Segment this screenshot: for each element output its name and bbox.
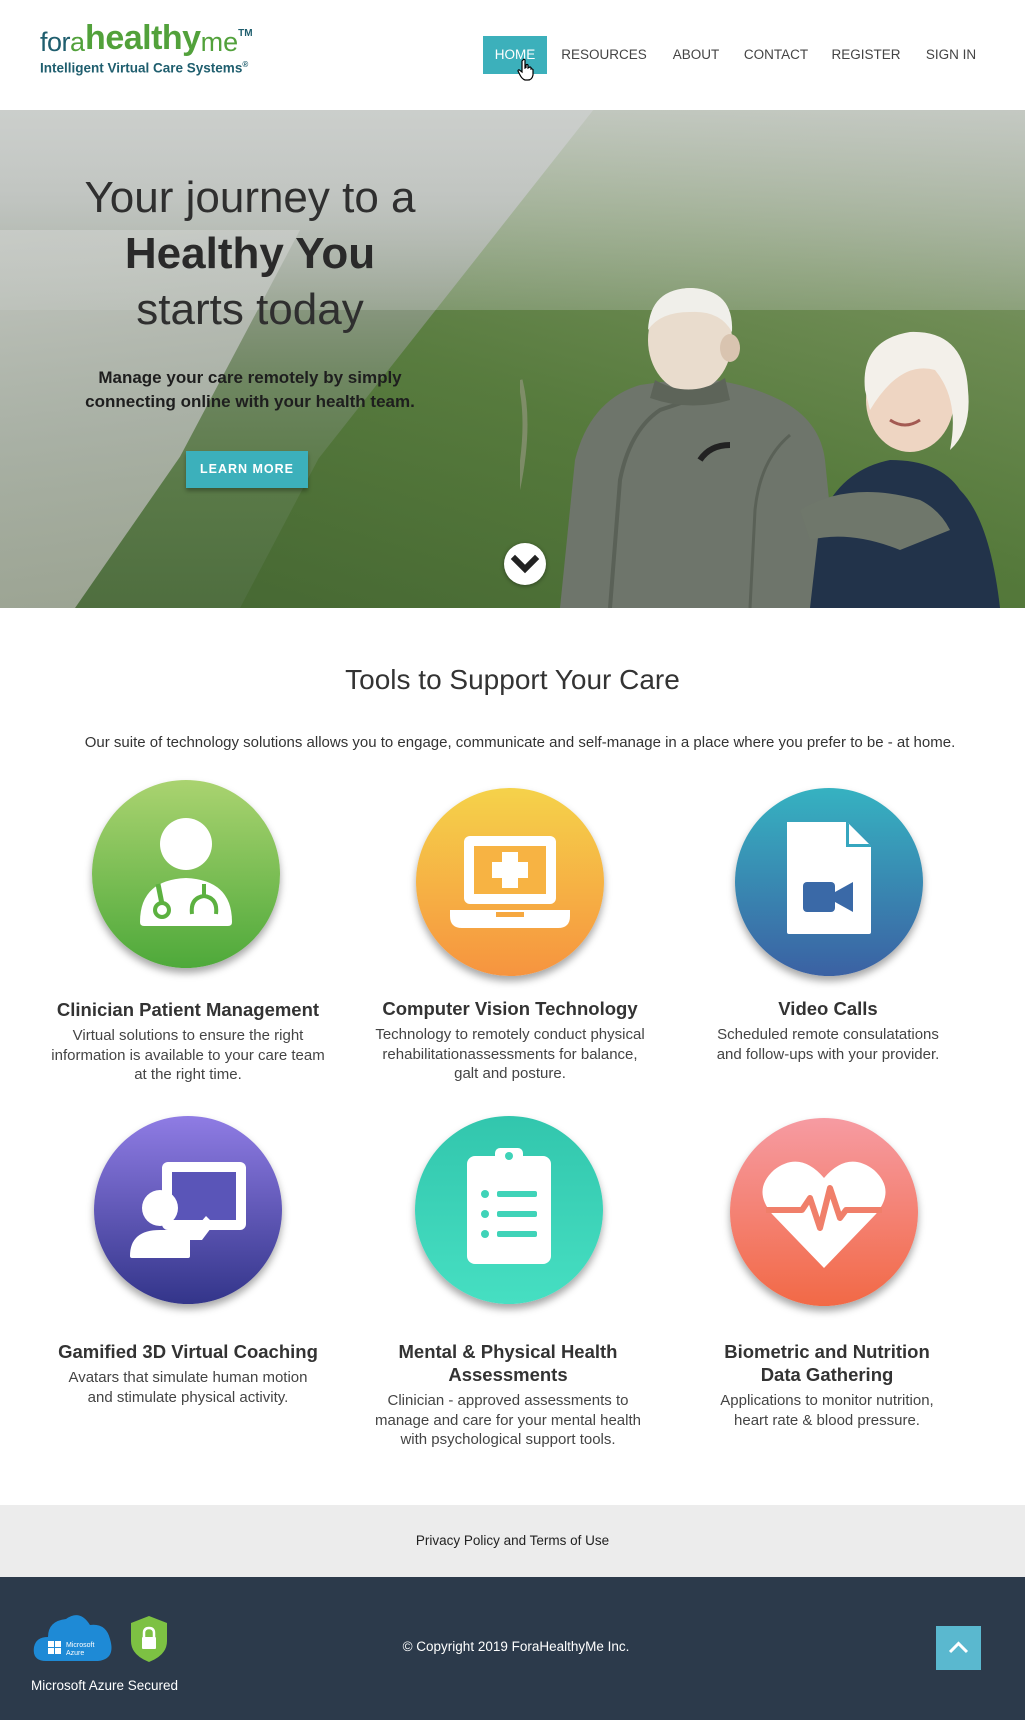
heartbeat-icon (762, 1161, 886, 1268)
copyright-text: © Copyright 2019 ForaHealthyMe Inc. (402, 1639, 630, 1654)
feature-icon-circle-video (735, 788, 923, 976)
feature-text-line: and follow-ups with your provider. (716, 1045, 940, 1063)
chevron-down-icon (510, 554, 540, 574)
hand-cursor-icon (517, 58, 534, 81)
video-file-icon (787, 822, 871, 934)
feature-text-line: heart rate & blood pressure. (734, 1411, 920, 1429)
hero-couple-photo (520, 288, 1000, 608)
feature-title: Clinician Patient Management (56, 999, 320, 1020)
hero-heading-line1: Your journey to a (84, 173, 416, 222)
nav-sign-in[interactable]: SIGN IN (921, 36, 981, 74)
chevron-up-icon (948, 1641, 969, 1654)
feature-text-line: Virtual solutions to ensure the right (72, 1027, 304, 1044)
hero-subtitle-line2: connecting online with your health team. (85, 392, 415, 411)
azure-cloud-logo: Microsoft Azure (33, 1615, 112, 1661)
feature-text-line: at the right time. (134, 1066, 242, 1083)
feature-text-line: galt and posture. (454, 1065, 566, 1082)
hero-text-block: Your journey to a Healthy You starts tod… (40, 170, 460, 414)
feature-text-line: Avatars that simulate human motion (68, 1369, 308, 1386)
feature-clinician: Clinician Patient Management Virtual sol… (28, 998, 348, 1085)
scroll-down-button[interactable] (504, 543, 546, 585)
hero-subtitle-line1: Manage your care remotely by simply (98, 368, 402, 387)
site-header: for a healthy me TM Intelligent Virtual Care… (0, 0, 1025, 110)
footer-links-bar: Privacy Policy and Terms of Use (0, 1505, 1025, 1577)
hero-heading-line3: starts today (136, 285, 364, 334)
feature-title-line: Data Gathering (760, 1364, 894, 1385)
feature-title-line: Biometric and Nutrition (724, 1341, 930, 1362)
feature-title: Computer Vision Technology (382, 998, 638, 1019)
back-to-top-button[interactable] (936, 1626, 981, 1670)
feature-icon-circle-vision (416, 788, 604, 976)
presenter-icon (130, 1162, 246, 1258)
doctor-icon (140, 818, 232, 926)
feature-title-line: Mental & Physical Health (398, 1341, 618, 1362)
feature-assessments: Mental & Physical Health Assessments Cli… (348, 1340, 668, 1450)
hero-subtitle: Manage your care remotely by simply conn… (40, 366, 460, 414)
feature-text-line: Applications to monitor nutrition, (720, 1392, 934, 1409)
feature-text-line: and stimulate physical activity. (87, 1388, 289, 1406)
tools-section-title: Tools to Support Your Care (345, 664, 680, 695)
feature-text-line: Clinician - approved assessments to (387, 1392, 629, 1409)
nav-register[interactable]: REGISTER (829, 36, 903, 74)
nav-contact[interactable]: CONTACT (740, 36, 812, 74)
azure-secured-label: Microsoft Azure Secured (31, 1678, 179, 1693)
feature-text: Avatars that simulate human motion and s… (28, 1368, 348, 1407)
nav-about[interactable]: ABOUT (668, 36, 724, 74)
footer-main: Microsoft Azure Microsoft Azure Secured … (0, 1577, 1025, 1720)
feature-text-line: with psychological support tools. (400, 1431, 616, 1448)
learn-more-button[interactable]: LEARN MORE (186, 451, 308, 488)
feature-video: Video Calls Scheduled remote consulatati… (668, 997, 988, 1064)
nav-resources[interactable]: RESOURCES (560, 36, 648, 74)
privacy-policy-link[interactable]: Privacy Policy and Terms of Use (0, 1505, 1025, 1577)
feature-text: Clinician - approved assessments to mana… (348, 1391, 668, 1450)
tools-section-description: Our suite of technology solutions allows… (84, 734, 956, 751)
feature-title: Biometric and Nutrition Data Gathering (667, 1340, 987, 1386)
feature-title-line: Assessments (448, 1364, 568, 1385)
feature-text: Scheduled remote consulatations and foll… (668, 1025, 988, 1064)
hero-banner: Your journey to a Healthy You starts tod… (0, 110, 1025, 608)
feature-title: Gamified 3D Virtual Coaching (58, 1341, 318, 1362)
feature-biometric: Biometric and Nutrition Data Gathering A… (667, 1340, 987, 1430)
nav-home[interactable]: HOME (483, 36, 547, 74)
feature-text: Virtual solutions to ensure the right in… (28, 1026, 348, 1085)
feature-text-line: Scheduled remote consulatations (717, 1026, 939, 1043)
feature-text-line: information is available to your care te… (51, 1046, 325, 1064)
clipboard-list-icon (467, 1148, 551, 1264)
feature-icon-circle-biometric (730, 1118, 918, 1306)
feature-text-line: Technology to remotely conduct physical (375, 1026, 645, 1043)
hero-heading-line2: Healthy You (124, 229, 376, 278)
feature-icon-circle-coaching (94, 1116, 282, 1304)
feature-title: Mental & Physical Health Assessments (348, 1340, 668, 1386)
laptop-medical-icon (450, 836, 570, 928)
feature-text: Applications to monitor nutrition, heart… (667, 1391, 987, 1430)
feature-icon-circle-clinician (92, 780, 280, 968)
main-nav: HOME RESOURCES ABOUT CONTACT REGISTER SI… (0, 36, 1025, 74)
feature-vision: Computer Vision Technology Technology to… (350, 997, 670, 1084)
feature-text-line: rehabilitationassessments for balance, (382, 1045, 638, 1063)
feature-text-line: manage and care for your mental health (375, 1411, 641, 1429)
feature-text: Technology to remotely conduct physical … (350, 1025, 670, 1084)
feature-coaching: Gamified 3D Virtual Coaching Avatars tha… (28, 1340, 348, 1407)
feature-title: Video Calls (778, 998, 878, 1019)
feature-icon-circle-assessments (415, 1116, 603, 1304)
